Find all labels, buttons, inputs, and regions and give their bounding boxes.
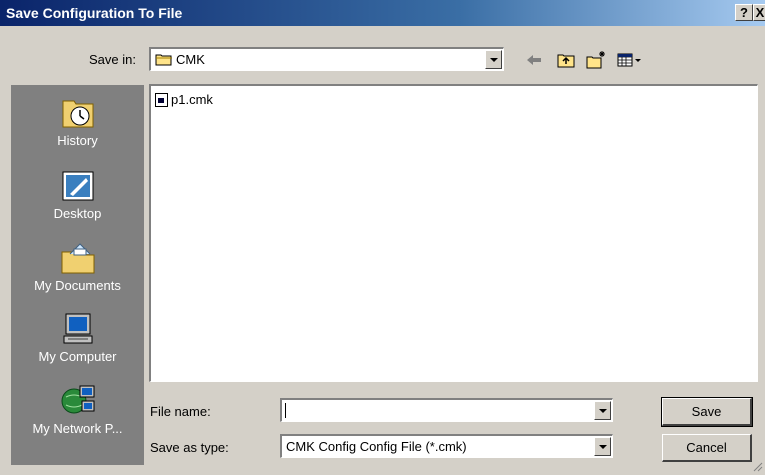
file-name-field[interactable] [280, 398, 613, 422]
cancel-button[interactable]: Cancel [662, 434, 752, 462]
places-label-desktop: Desktop [53, 206, 102, 221]
file-list[interactable]: p1.cmk [149, 84, 758, 382]
places-label-history: History [57, 133, 98, 148]
my-network-places-icon [60, 383, 96, 417]
back-arrow-icon[interactable] [523, 49, 545, 71]
file-name-label: File name: [150, 404, 211, 419]
new-folder-icon[interactable] [585, 49, 607, 71]
folder-icon [155, 53, 173, 66]
list-item[interactable]: p1.cmk [155, 92, 213, 107]
save-in-dropdown[interactable]: CMK [149, 47, 504, 71]
save-in-label: Save in: [89, 52, 136, 67]
chevron-down-icon[interactable] [594, 437, 611, 456]
places-item-my-documents[interactable]: My Documents [11, 240, 144, 293]
close-button[interactable]: X [753, 4, 765, 21]
save-as-type-label: Save as type: [150, 440, 229, 455]
chevron-down-icon[interactable] [485, 50, 502, 69]
places-bar: History Desktop My Documents My Computer… [11, 85, 144, 465]
view-menu-icon[interactable] [615, 49, 645, 71]
up-folder-icon[interactable] [555, 49, 577, 71]
resize-grip-icon[interactable] [751, 460, 763, 472]
places-label-my-documents: My Documents [34, 278, 121, 293]
places-item-my-network-places[interactable]: My Network P... [11, 383, 144, 436]
places-label-my-computer: My Computer [38, 349, 117, 364]
save-as-type-value: CMK Config Config File (*.cmk) [286, 439, 467, 454]
places-item-my-computer[interactable]: My Computer [11, 311, 144, 364]
text-cursor [285, 403, 286, 418]
places-label-my-network-places: My Network P... [32, 421, 123, 436]
help-button[interactable]: ? [735, 4, 753, 21]
file-name: p1.cmk [171, 92, 213, 107]
window-title: Save Configuration To File [6, 5, 183, 21]
save-as-type-dropdown[interactable]: CMK Config Config File (*.cmk) [280, 434, 613, 458]
desktop-icon [60, 168, 96, 202]
places-item-desktop[interactable]: Desktop [11, 168, 144, 221]
my-documents-icon [60, 240, 96, 274]
file-icon [155, 92, 168, 107]
chevron-down-icon[interactable] [594, 401, 611, 420]
save-button[interactable]: Save [661, 397, 753, 427]
title-bar: Save Configuration To File ? X [0, 0, 765, 26]
history-icon [60, 95, 96, 129]
places-item-history[interactable]: History [11, 95, 144, 148]
my-computer-icon [60, 311, 96, 345]
save-in-value: CMK [176, 52, 205, 67]
